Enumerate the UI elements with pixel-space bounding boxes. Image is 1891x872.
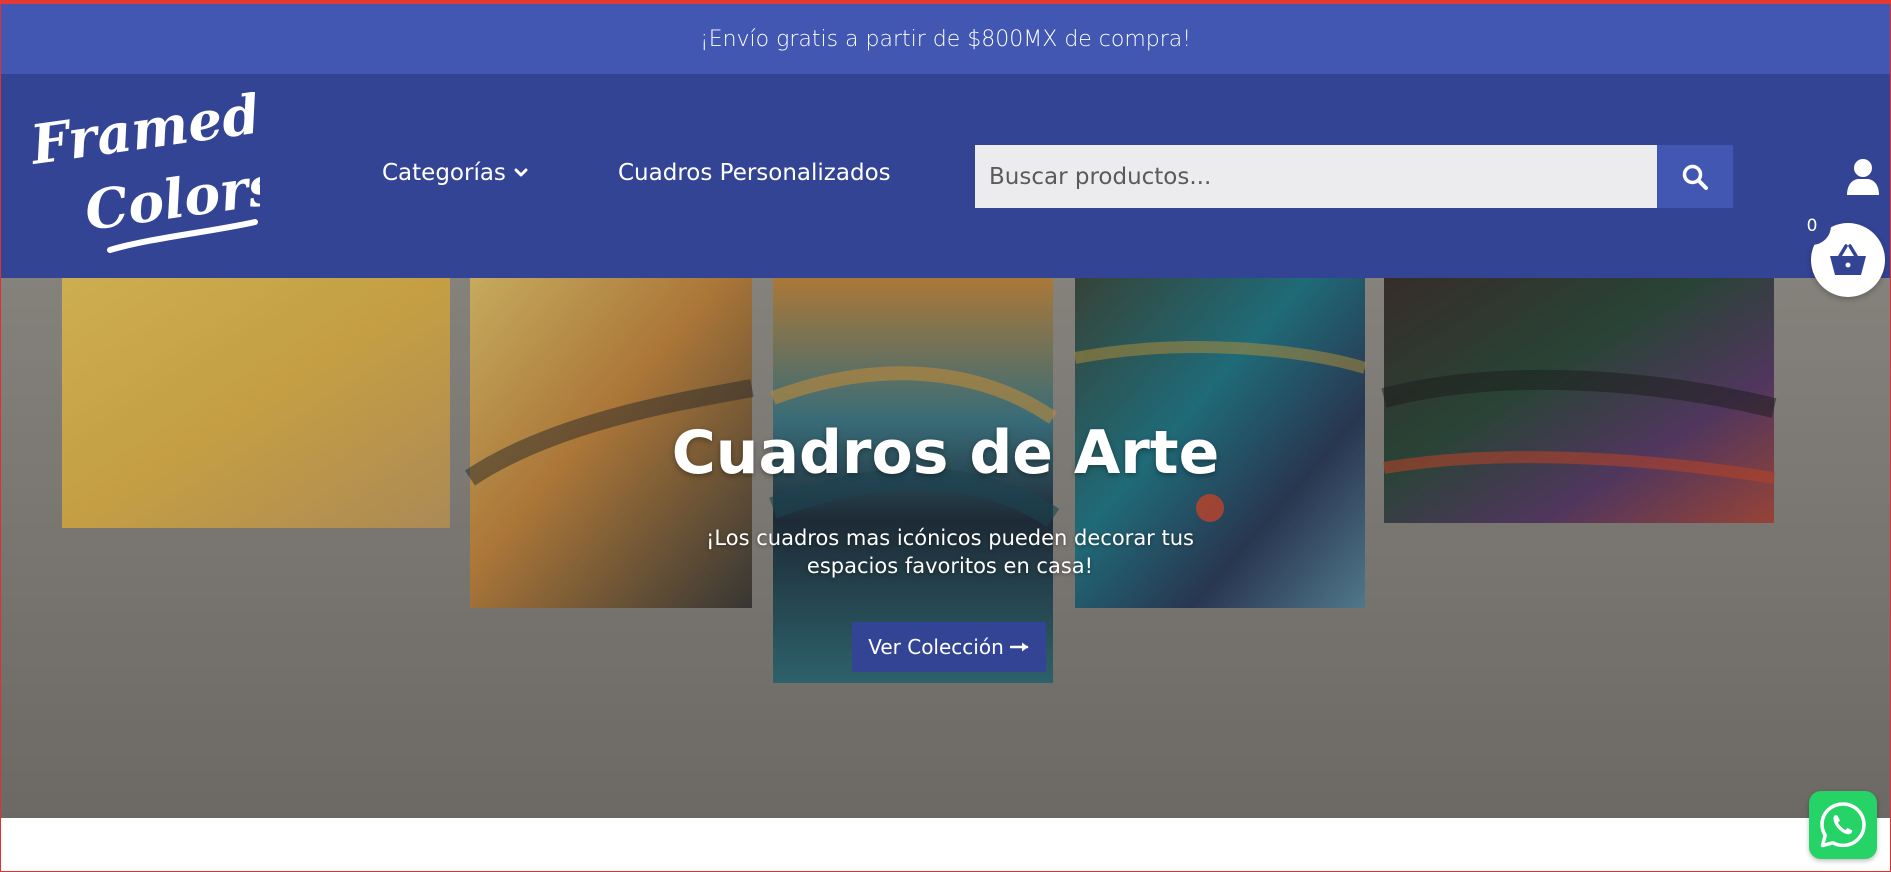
hero-subtitle: ¡Los cuadros mas icónicos pueden decorar… bbox=[706, 526, 1194, 578]
hero-banner: Cuadros de Arte ¡Los cuadros mas icónico… bbox=[0, 278, 1891, 818]
whatsapp-button[interactable] bbox=[1809, 791, 1877, 859]
cart-count-badge: 0 bbox=[1793, 207, 1831, 245]
nav-categories[interactable]: Categorías bbox=[382, 160, 528, 186]
brand-logo[interactable]: Framed Colors bbox=[30, 92, 260, 262]
nav-categories-label: Categorías bbox=[382, 160, 506, 186]
user-icon[interactable] bbox=[1846, 158, 1880, 196]
top-border-line bbox=[0, 0, 1891, 4]
whatsapp-icon bbox=[1820, 802, 1866, 848]
basket-icon bbox=[1830, 244, 1866, 275]
nav-custom-label: Cuadros Personalizados bbox=[618, 160, 891, 186]
site-header: Framed Colors Categorías Cuadros Persona… bbox=[0, 74, 1891, 278]
view-collection-label: Ver Colección bbox=[868, 635, 1004, 659]
search-bar bbox=[975, 145, 1733, 208]
announcement-text: ¡Envío gratis a partir de $800MX de comp… bbox=[699, 26, 1192, 52]
search-button[interactable] bbox=[1657, 145, 1733, 208]
hero-title: Cuadros de Arte bbox=[671, 418, 1220, 488]
view-collection-button[interactable]: Ver Colección bbox=[852, 622, 1046, 672]
search-icon bbox=[1682, 164, 1708, 190]
search-input[interactable] bbox=[975, 145, 1657, 208]
long-arrow-right-icon bbox=[1009, 642, 1029, 652]
chevron-down-icon bbox=[514, 168, 528, 177]
announcement-bar: ¡Envío gratis a partir de $800MX de comp… bbox=[0, 4, 1891, 74]
nav-custom-frames[interactable]: Cuadros Personalizados bbox=[618, 160, 891, 186]
